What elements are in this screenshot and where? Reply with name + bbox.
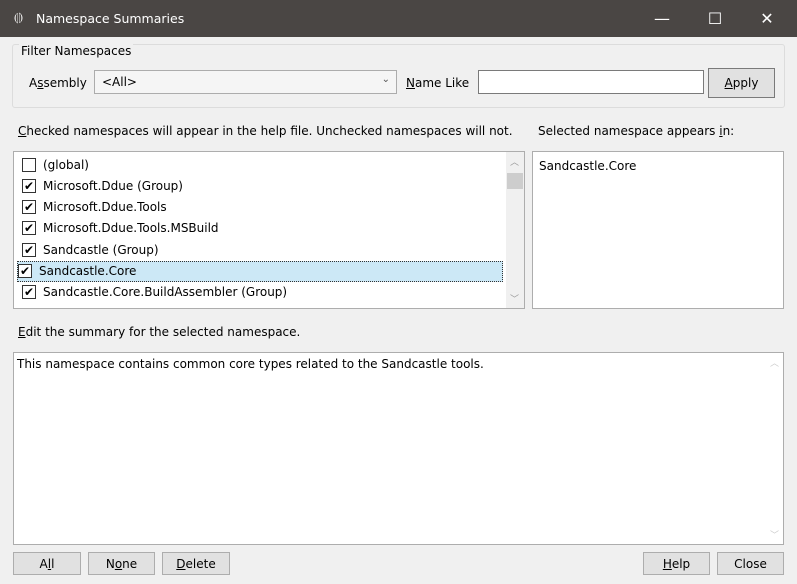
delete-button[interactable]: Delete	[162, 552, 230, 575]
checkbox[interactable]	[22, 157, 36, 172]
namespace-label: Microsoft.Ddue (Group)	[43, 178, 183, 193]
namespace-item[interactable]: ✔ Sandcastle (Group)	[22, 239, 508, 260]
scroll-up-icon[interactable]: ︿	[510, 155, 519, 168]
window-title: Namespace Summaries	[36, 11, 185, 26]
list-hint: Checked namespaces will appear in the he…	[18, 124, 513, 138]
scroll-down-icon[interactable]: ﹀	[770, 528, 779, 541]
appears-in-list[interactable]: Sandcastle.Core	[532, 151, 784, 309]
appears-label: Selected namespace appears in:	[538, 124, 735, 138]
app-icon: ⦇⦈	[14, 10, 24, 24]
checkbox[interactable]: ✔	[22, 242, 36, 257]
assembly-label: Assembly	[29, 76, 87, 90]
namespace-item[interactable]: ✔ Sandcastle.Core	[17, 260, 503, 282]
filter-group: Filter Namespaces Assembly <All> ⌄ Name …	[12, 44, 785, 108]
list-scrollbar[interactable]: ︿ ﹀	[506, 152, 524, 308]
filter-legend: Filter Namespaces	[19, 44, 134, 58]
scroll-thumb[interactable]	[507, 173, 523, 189]
namespace-list[interactable]: (global) ✔ Microsoft.Ddue (Group) ✔ Microsof…	[13, 151, 525, 309]
namespace-item[interactable]: ✔ Microsoft.Ddue (Group)	[22, 175, 508, 196]
minimize-button[interactable]: —	[639, 0, 685, 37]
namespace-label: Sandcastle.Core.BuildAssembler (Group)	[43, 285, 288, 300]
namespace-item[interactable]: (global)	[22, 154, 508, 175]
namespace-label: Sandcastle.Core	[39, 264, 137, 278]
scroll-down-icon[interactable]: ﹀	[510, 292, 519, 305]
namespace-label: Microsoft.Ddue.Tools.MSBuild	[43, 221, 219, 236]
checkbox[interactable]: ✔	[22, 285, 36, 300]
summary-textarea[interactable]: This namespace contains common core type…	[13, 352, 784, 545]
namespace-label: Microsoft.Ddue.Tools	[43, 200, 167, 215]
summary-label: Edit the summary for the selected namesp…	[18, 325, 301, 339]
close-button[interactable]: Close	[717, 552, 784, 575]
checkbox[interactable]: ✔	[22, 200, 36, 215]
close-window-button[interactable]: ✕	[744, 0, 790, 37]
summary-scrollbar[interactable]: ︿ ﹀	[766, 353, 783, 544]
none-button[interactable]: No ne	[88, 552, 155, 575]
title-bar: ⦇⦈ Namespace Summaries — ☐ ✕	[0, 0, 797, 37]
summary-text: This namespace contains common core type…	[17, 357, 484, 371]
scroll-up-icon[interactable]: ︿	[770, 356, 779, 369]
name-like-label: Name Like	[406, 76, 470, 90]
namespace-label: (global)	[43, 157, 89, 172]
checkbox[interactable]: ✔	[18, 264, 32, 278]
name-like-input[interactable]	[478, 70, 704, 94]
namespace-label: Sandcastle (Group)	[43, 242, 159, 257]
namespace-item[interactable]: ✔ Microsoft.Ddue.Tools.MSBuild	[22, 218, 508, 239]
namespace-item[interactable]: ✔ Sandcastle.Core.BuildAssembler (Group)	[22, 282, 508, 303]
appears-in-item[interactable]: Sandcastle.Core	[539, 159, 777, 173]
chevron-down-icon: ⌄	[381, 74, 390, 85]
all-button[interactable]: All	[13, 552, 81, 575]
namespace-item[interactable]: ✔ Microsoft.Ddue.Tools	[22, 197, 508, 218]
assembly-dropdown[interactable]: <All> ⌄	[94, 70, 397, 94]
apply-button[interactable]: Apply	[708, 68, 775, 98]
help-button[interactable]: Help	[643, 552, 710, 575]
assembly-value: <All>	[102, 75, 137, 89]
maximize-button[interactable]: ☐	[692, 0, 738, 37]
checkbox[interactable]: ✔	[22, 221, 36, 236]
checkbox[interactable]: ✔	[22, 178, 36, 193]
